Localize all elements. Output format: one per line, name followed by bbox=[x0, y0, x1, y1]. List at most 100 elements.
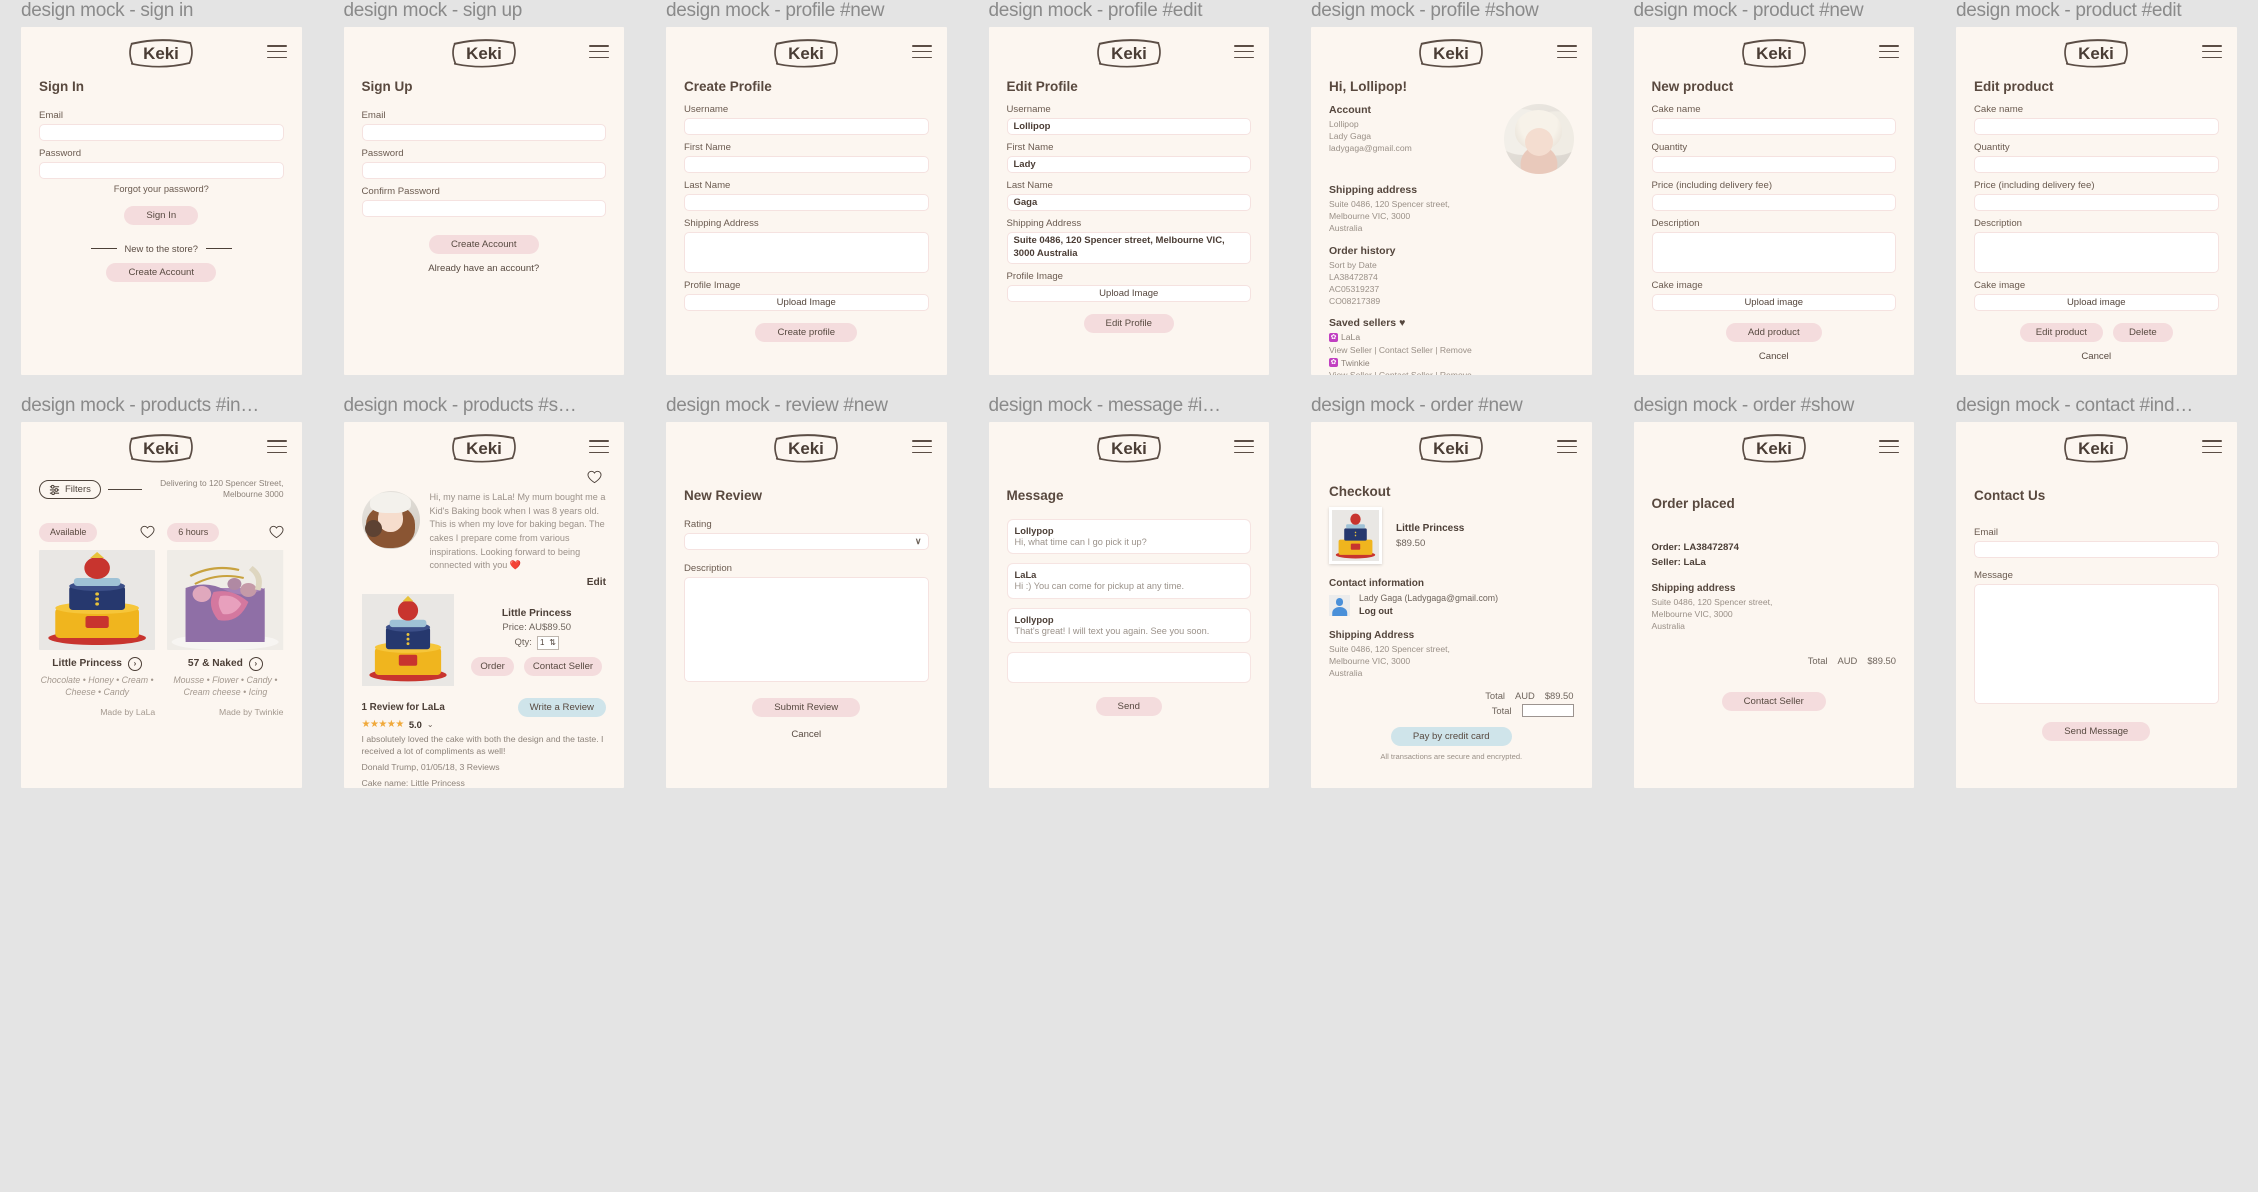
keki-logo[interactable]: Keki bbox=[1412, 33, 1490, 73]
description-input[interactable] bbox=[1974, 232, 2219, 273]
keki-logo[interactable]: Keki bbox=[767, 33, 845, 73]
keki-logo[interactable]: Keki bbox=[767, 428, 845, 468]
hamburger-menu-icon[interactable] bbox=[1556, 45, 1577, 58]
hamburger-menu-icon[interactable] bbox=[1234, 440, 1254, 453]
cancel-link[interactable]: Cancel bbox=[1974, 351, 2219, 362]
username-input[interactable] bbox=[684, 118, 929, 135]
hamburger-menu-icon[interactable] bbox=[589, 45, 609, 58]
email-input[interactable] bbox=[361, 124, 606, 141]
sign-in-button[interactable]: Sign In bbox=[124, 206, 199, 225]
logout-link[interactable]: Log out bbox=[1359, 606, 1393, 616]
description-input[interactable] bbox=[1651, 232, 1896, 273]
saved-seller-item[interactable]: ✿ LaLa bbox=[1329, 331, 1574, 344]
stepper-arrows-icon[interactable]: ⇅ bbox=[549, 638, 556, 647]
pay-by-credit-card-button[interactable]: Pay by credit card bbox=[1390, 726, 1512, 746]
keki-logo[interactable]: Keki bbox=[1735, 428, 1813, 468]
hamburger-menu-icon[interactable] bbox=[589, 440, 609, 453]
heart-icon[interactable] bbox=[268, 525, 284, 539]
hamburger-menu-icon[interactable] bbox=[2201, 440, 2222, 453]
upload-image-button[interactable]: Upload Image bbox=[684, 294, 929, 311]
description-textarea[interactable] bbox=[684, 577, 929, 682]
shipping-address-input[interactable] bbox=[684, 232, 929, 273]
write-review-button[interactable]: Write a Review bbox=[517, 697, 606, 717]
price-input[interactable] bbox=[1974, 194, 2219, 211]
hamburger-menu-icon[interactable] bbox=[1879, 45, 1899, 58]
seller-actions[interactable]: View Seller | Contact Seller | Remove bbox=[1329, 344, 1574, 356]
keki-logo[interactable]: Keki bbox=[1090, 428, 1168, 468]
forgot-password-link[interactable]: Forgot your password? bbox=[39, 184, 284, 194]
cake-image[interactable] bbox=[167, 549, 284, 650]
order-id[interactable]: LA38472874 bbox=[1329, 271, 1574, 283]
add-product-button[interactable]: Add product bbox=[1725, 323, 1822, 342]
edit-profile-button[interactable]: Edit Profile bbox=[1083, 314, 1174, 333]
cancel-link[interactable]: Cancel bbox=[684, 729, 929, 740]
hamburger-menu-icon[interactable] bbox=[1556, 440, 1577, 453]
keki-logo[interactable]: Keki bbox=[1090, 33, 1168, 73]
delete-product-button[interactable]: Delete bbox=[2112, 323, 2173, 342]
product-card[interactable]: Available Little Princess › Chocolate • … bbox=[39, 522, 156, 717]
sort-by-date[interactable]: Sort by Date bbox=[1329, 259, 1574, 271]
submit-review-button[interactable]: Submit Review bbox=[752, 698, 861, 717]
last-name-input[interactable]: Gaga bbox=[1006, 194, 1251, 211]
cancel-link[interactable]: Cancel bbox=[1652, 351, 1897, 362]
upload-image-button[interactable]: Upload image bbox=[1651, 294, 1896, 311]
keki-logo[interactable]: Keki bbox=[445, 33, 523, 73]
hamburger-menu-icon[interactable] bbox=[266, 45, 287, 58]
hamburger-menu-icon[interactable] bbox=[2201, 45, 2222, 58]
shipping-address-input[interactable]: Suite 0486, 120 Spencer street, Melbourn… bbox=[1006, 232, 1251, 264]
cake-name-input[interactable] bbox=[1974, 118, 2219, 135]
message-compose-input[interactable] bbox=[1006, 652, 1251, 684]
cake-name-input[interactable] bbox=[1651, 118, 1896, 135]
order-button[interactable]: Order bbox=[471, 656, 514, 676]
send-button[interactable]: Send bbox=[1095, 697, 1162, 717]
saved-seller-item[interactable]: ✿ Twinkie bbox=[1329, 357, 1574, 370]
already-have-account-link[interactable]: Already have an account? bbox=[362, 263, 607, 274]
heart-icon[interactable] bbox=[140, 525, 155, 539]
product-image[interactable] bbox=[361, 593, 454, 686]
hamburger-menu-icon[interactable] bbox=[911, 45, 932, 58]
chevron-right-icon[interactable]: › bbox=[248, 656, 263, 671]
order-id[interactable]: CO08217389 bbox=[1329, 295, 1574, 307]
order-id[interactable]: AC05319237 bbox=[1329, 283, 1574, 295]
quantity-stepper[interactable]: 1 ⇅ bbox=[536, 635, 559, 650]
cake-image[interactable] bbox=[39, 549, 156, 650]
first-name-input[interactable]: Lady bbox=[1006, 156, 1251, 173]
keki-logo[interactable]: Keki bbox=[1412, 428, 1490, 468]
hamburger-menu-icon[interactable] bbox=[1234, 45, 1254, 58]
hamburger-menu-icon[interactable] bbox=[266, 440, 287, 453]
total-input[interactable] bbox=[1521, 703, 1574, 717]
quantity-input[interactable] bbox=[1651, 156, 1896, 173]
first-name-input[interactable] bbox=[684, 156, 929, 173]
price-input[interactable] bbox=[1651, 194, 1896, 211]
message-bubble[interactable]: LaLa Hi :) You can come for pickup at an… bbox=[1006, 563, 1251, 599]
rating-select[interactable]: ∨ bbox=[684, 533, 929, 550]
chevron-right-icon[interactable]: › bbox=[127, 656, 142, 671]
keki-logo[interactable]: Keki bbox=[1735, 33, 1813, 73]
contact-seller-button[interactable]: Contact Seller bbox=[1721, 692, 1826, 712]
hamburger-menu-icon[interactable] bbox=[911, 440, 932, 453]
keki-logo[interactable]: Keki bbox=[122, 428, 200, 468]
create-account-button[interactable]: Create Account bbox=[428, 235, 539, 254]
quantity-input[interactable] bbox=[1974, 156, 2219, 173]
password-input[interactable] bbox=[39, 162, 284, 179]
keki-logo[interactable]: Keki bbox=[445, 428, 523, 468]
keki-logo[interactable]: Keki bbox=[2057, 428, 2135, 468]
message-textarea[interactable] bbox=[1974, 584, 2219, 704]
create-account-button[interactable]: Create Account bbox=[106, 263, 217, 282]
upload-image-button[interactable]: Upload Image bbox=[1006, 285, 1251, 302]
edit-link[interactable]: Edit bbox=[362, 577, 606, 588]
product-card[interactable]: 6 hours 57 & Naked › Mousse • Flower • C… bbox=[167, 522, 284, 717]
upload-image-button[interactable]: Upload image bbox=[1974, 294, 2219, 311]
chevron-down-icon[interactable]: ⌄ bbox=[427, 720, 434, 729]
confirm-password-input[interactable] bbox=[361, 200, 606, 217]
keki-logo[interactable]: Keki bbox=[122, 33, 200, 73]
edit-product-button[interactable]: Edit product bbox=[2019, 323, 2103, 342]
contact-seller-button[interactable]: Contact Seller bbox=[523, 656, 603, 676]
password-input[interactable] bbox=[361, 162, 606, 179]
username-input[interactable]: Lollipop bbox=[1006, 118, 1251, 135]
hamburger-menu-icon[interactable] bbox=[1879, 440, 1899, 453]
filters-button[interactable]: Filters bbox=[39, 479, 101, 499]
email-input[interactable] bbox=[1974, 541, 2219, 558]
last-name-input[interactable] bbox=[684, 194, 929, 211]
message-bubble[interactable]: Lollypop That's great! I will text you a… bbox=[1006, 607, 1251, 644]
